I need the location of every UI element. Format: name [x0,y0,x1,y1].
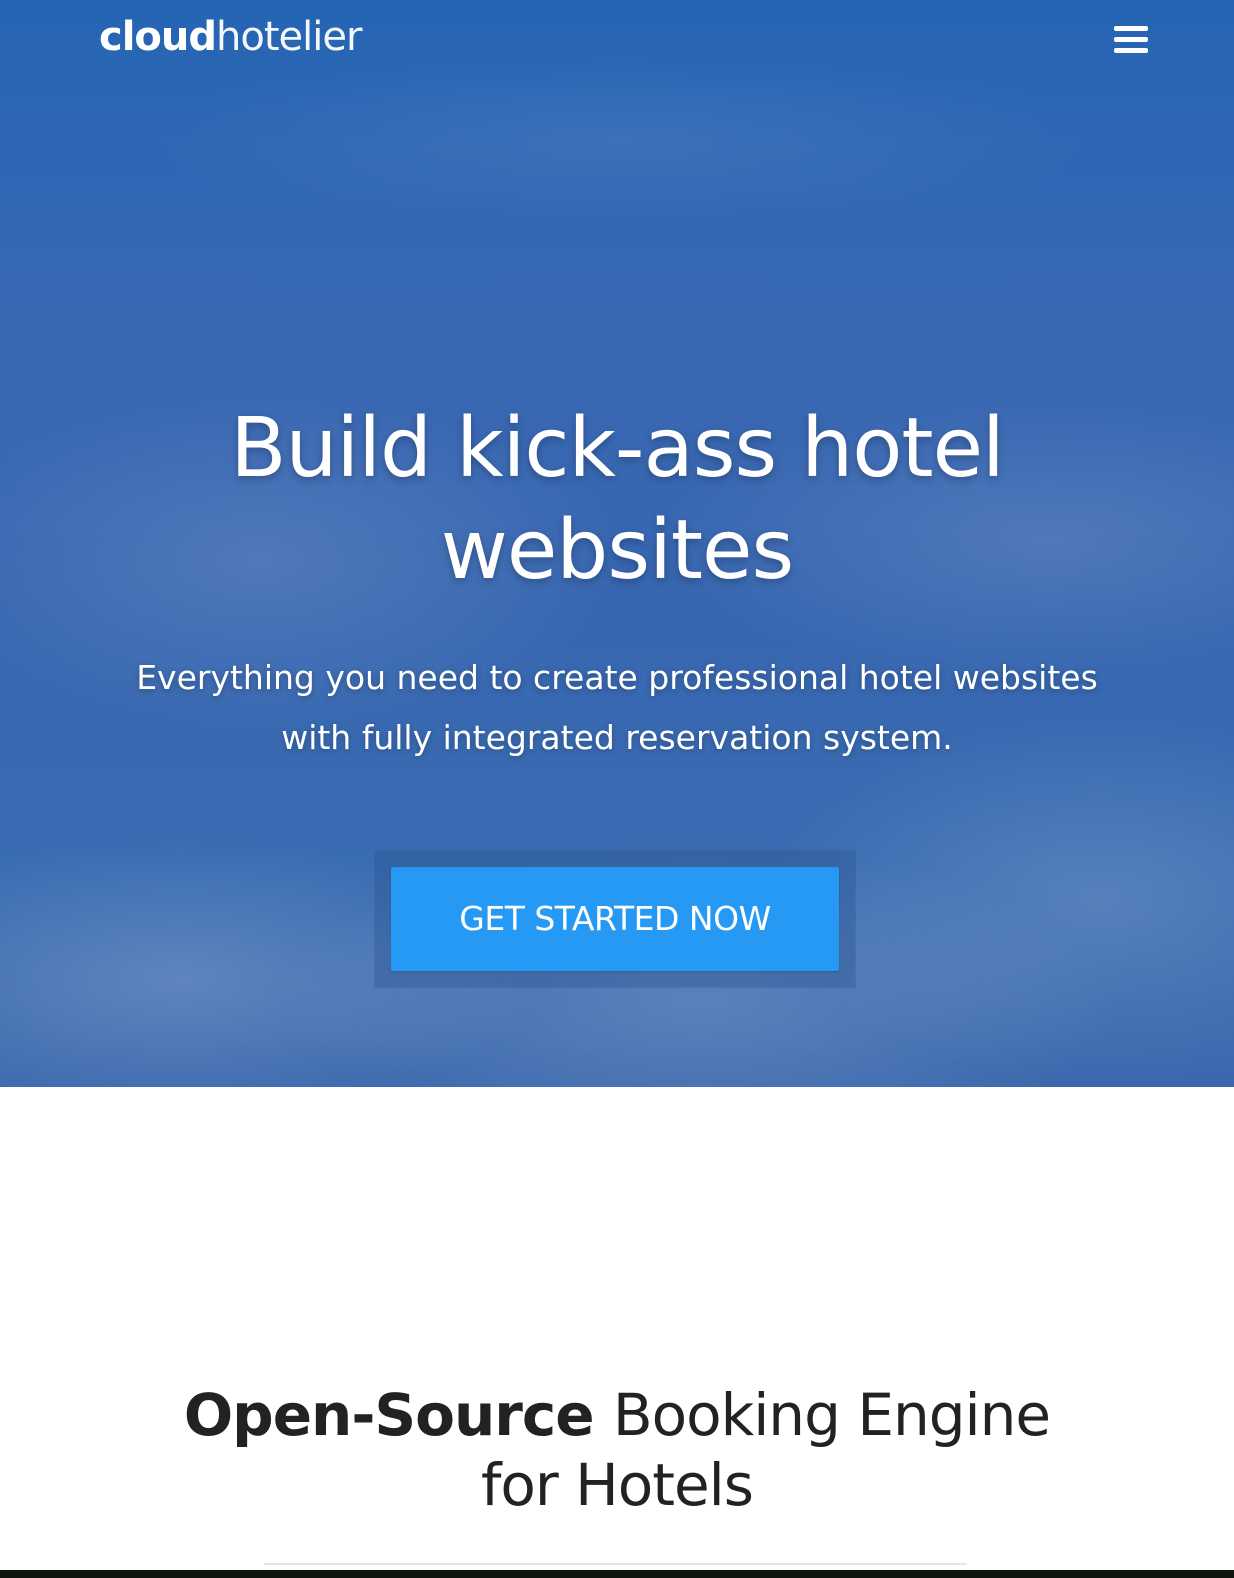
section-divider [264,1563,967,1565]
get-started-button[interactable]: GET STARTED NOW [391,867,839,971]
menu-bar [1114,48,1148,53]
hero-title: Build kick-ass hotel websites [230,401,1005,598]
hamburger-menu-icon[interactable] [1112,24,1148,58]
logo-text-hotelier: hotelier [216,14,362,60]
menu-bar [1114,26,1148,31]
next-section-edge [0,1570,1234,1578]
section-title-strong: Open-Source [183,1381,595,1449]
hero-section: cloudhotelier Build kick-ass hotel websi… [0,0,1234,1087]
logo[interactable]: cloudhotelier [99,12,362,62]
logo-text-cloud: cloud [99,14,217,60]
section-title: Open-Source Booking Engine for Hotels [167,1380,1067,1520]
hero-subtitle: Everything you need to create profession… [136,658,1098,757]
menu-bar [1114,37,1148,42]
